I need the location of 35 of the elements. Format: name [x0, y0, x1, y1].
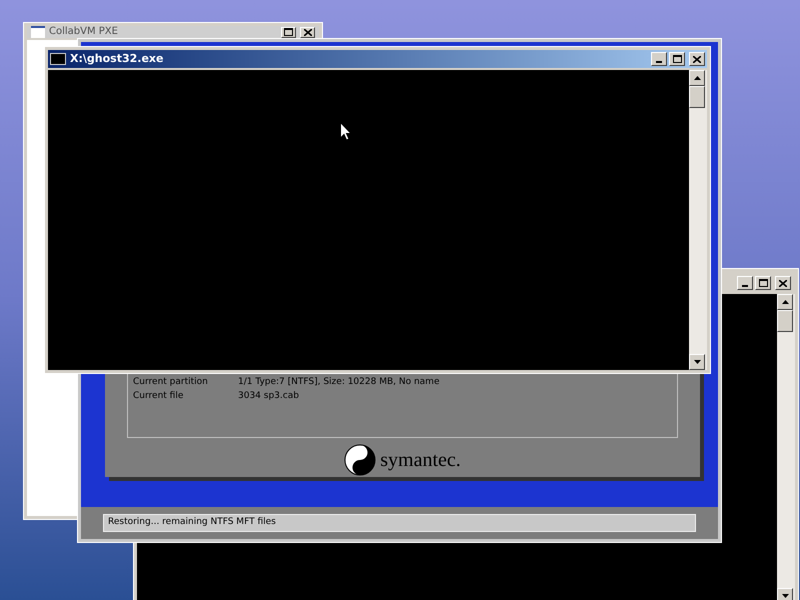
- cursor-icon: [340, 122, 352, 141]
- close-button[interactable]: [689, 52, 705, 66]
- scroll-up-button[interactable]: [777, 294, 793, 310]
- up-arrow-icon: [694, 76, 700, 80]
- down-arrow-icon: [694, 360, 700, 364]
- close-icon: [693, 56, 701, 62]
- up-arrow-icon: [782, 300, 788, 304]
- scrollbar[interactable]: [689, 70, 707, 370]
- minimize-button[interactable]: [651, 52, 667, 66]
- maximize-button[interactable]: [669, 52, 685, 66]
- close-button[interactable]: [775, 276, 791, 290]
- scroll-down-button[interactable]: [777, 588, 793, 600]
- window-title: CollabVM PXE: [49, 27, 119, 37]
- window-icon: [31, 26, 45, 38]
- detail-label: Current partition: [133, 376, 209, 389]
- maximize-button[interactable]: [755, 276, 771, 290]
- close-icon: [304, 28, 312, 36]
- console-icon: [50, 53, 66, 65]
- down-arrow-icon: [782, 594, 788, 598]
- scroll-thumb[interactable]: [777, 310, 793, 332]
- scroll-thumb[interactable]: [689, 86, 705, 108]
- close-button[interactable]: [300, 26, 315, 38]
- logo-text: symantec.: [380, 448, 461, 473]
- maximize-button[interactable]: [281, 26, 296, 38]
- status-text: Restoring... remaining NTFS MFT files: [108, 516, 276, 530]
- window-title: X:\ghost32.exe: [70, 50, 164, 67]
- detail-value: 3034 sp3.cab: [238, 390, 299, 403]
- scroll-down-button[interactable]: [689, 354, 705, 370]
- logo-icon: [344, 444, 376, 476]
- detail-label: Current file: [133, 390, 184, 403]
- scrollbar[interactable]: [777, 294, 795, 600]
- detail-value: 1/1 Type:7 [NTFS], Size: 10228 MB, No name: [238, 376, 440, 389]
- minimize-button[interactable]: [737, 276, 753, 290]
- close-icon: [779, 280, 787, 286]
- scroll-up-button[interactable]: [689, 70, 705, 86]
